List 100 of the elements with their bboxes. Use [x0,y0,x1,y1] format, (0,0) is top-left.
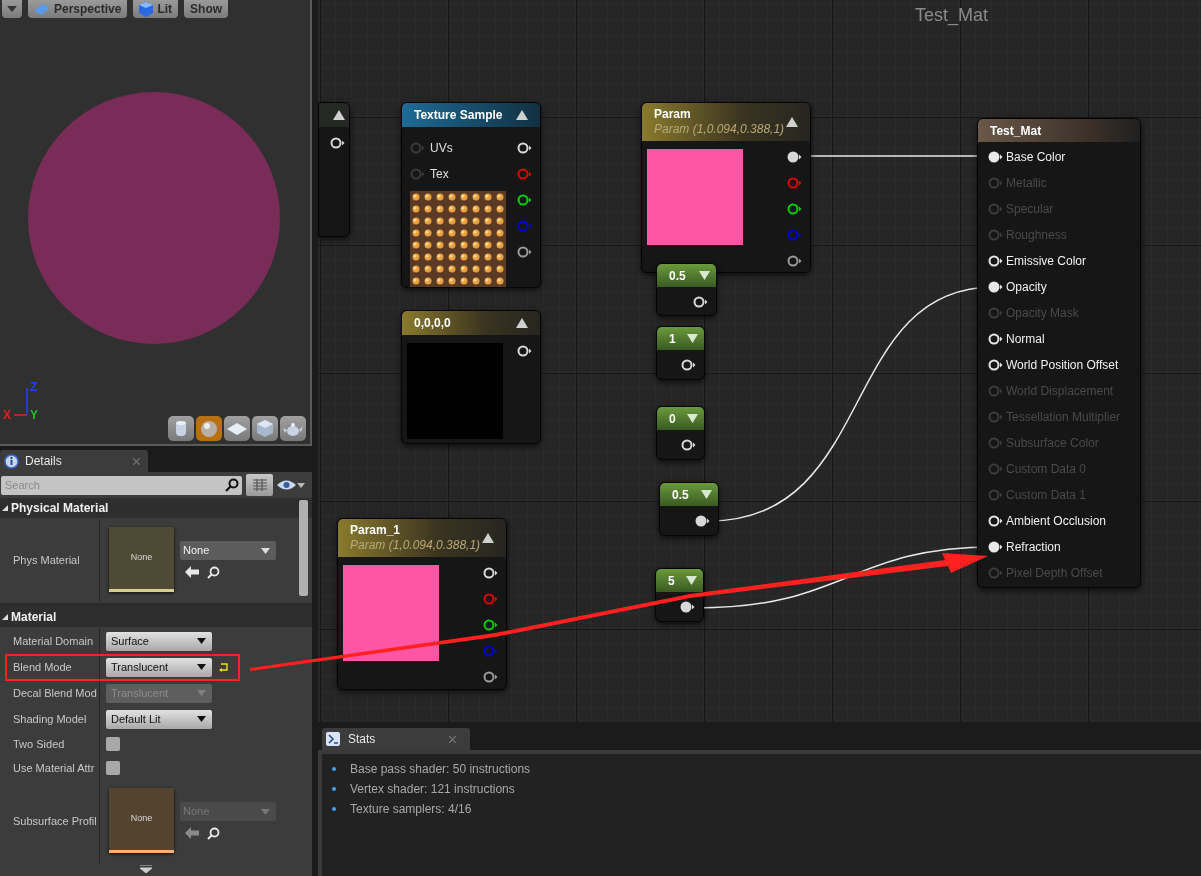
reset-icon[interactable] [219,662,228,672]
input-pin[interactable] [988,203,1003,215]
input-pin[interactable] [410,168,425,180]
output-pin[interactable] [517,194,532,206]
preview-shape-button[interactable] [196,416,222,441]
search-icon[interactable] [207,566,220,579]
collapse-arrow-icon[interactable] [516,110,528,120]
details-tab[interactable]: Details [0,450,148,472]
input-pin[interactable] [988,463,1003,475]
preview-shape-button[interactable] [224,416,250,441]
cube-icon [257,420,273,437]
dropdown-arrow-icon[interactable] [701,490,712,499]
input-pin[interactable] [988,333,1003,345]
checkbox[interactable] [106,761,120,775]
output-pin[interactable] [787,255,802,267]
output-pin[interactable] [787,151,802,163]
input-pin[interactable] [988,437,1003,449]
output-pin[interactable] [681,359,696,371]
node-title: Param [654,107,692,122]
search-field[interactable]: Search [1,475,242,495]
pin-label: World Position Offset [1006,357,1119,374]
output-pin[interactable] [680,601,695,613]
menu-button[interactable] [2,0,22,18]
input-pin[interactable] [988,307,1003,319]
collapse-arrow-icon[interactable] [786,117,798,127]
input-pin[interactable] [988,229,1003,241]
cylinder-icon [174,419,188,438]
arrow-left-icon[interactable] [185,566,199,578]
input-pin[interactable] [988,489,1003,501]
scalar-node[interactable]: 5 [655,568,704,622]
graph-canvas[interactable] [318,0,1201,722]
scroll-down-icon[interactable] [140,865,152,873]
dropdown-arrow-icon[interactable] [687,334,698,343]
property-dropdown[interactable]: Translucent [106,657,212,677]
graph-node[interactable] [318,102,350,237]
visibility-button[interactable] [277,479,305,491]
node-title: 0.5 [672,486,689,504]
view-options-button[interactable] [246,474,273,496]
output-pin[interactable] [787,203,802,215]
property-dropdown[interactable]: Default Lit [106,709,212,729]
output-pin[interactable] [693,296,708,308]
caret-icon [197,716,206,722]
dropdown-arrow-icon[interactable] [687,414,698,423]
stats-tab[interactable]: Stats [322,728,470,750]
toolbar-button[interactable]: Lit [133,0,179,18]
texture-sample-node[interactable]: Texture Sample UVs Tex [401,102,541,288]
output-pin[interactable] [483,619,498,631]
input-pin[interactable] [988,255,1003,267]
vector-parameter-node[interactable]: Param_1 Param (1,0.094,0.388,1) [337,518,507,690]
scrollbar-thumb[interactable] [299,500,308,596]
section-header[interactable]: Material [0,607,312,627]
search-input[interactable]: Search [5,476,225,494]
dropdown-arrow-icon[interactable] [699,271,710,280]
toolbar-button[interactable]: Show [184,0,229,18]
output-pin[interactable] [681,439,696,451]
property-dropdown[interactable]: Surface [106,631,212,651]
toolbar-button[interactable]: Perspective [28,0,128,18]
material-output-node[interactable] [977,118,1141,588]
viewport[interactable]: Perspective Lit Show Z X Y [0,0,312,446]
input-pin[interactable] [410,142,425,154]
output-pin[interactable] [330,137,345,149]
dropdown-arrow-icon[interactable] [686,576,697,585]
input-pin[interactable] [988,281,1003,293]
input-pin[interactable] [988,515,1003,527]
input-pin[interactable] [988,541,1003,553]
output-pin[interactable] [695,515,710,527]
node-title: 0,0,0,0 [414,315,451,331]
input-pin[interactable] [988,385,1003,397]
input-pin[interactable] [988,177,1003,189]
scalar-node[interactable]: 0 [656,406,705,460]
output-pin[interactable] [483,567,498,579]
output-pin[interactable] [517,142,532,154]
preview-shape-button[interactable] [168,416,194,441]
input-pin[interactable] [988,567,1003,579]
thumbnail-text: None [130,812,153,826]
collapse-arrow-icon[interactable] [516,318,528,328]
search-icon[interactable] [207,827,220,840]
close-icon[interactable] [449,735,456,743]
checkbox[interactable] [106,737,120,751]
preview-shape-button[interactable] [252,416,278,441]
scalar-node[interactable]: 0.5 [659,482,719,536]
section-header[interactable]: Physical Material [0,498,312,518]
output-pin[interactable] [517,345,532,357]
input-pin[interactable] [988,359,1003,371]
asset-dropdown[interactable]: None [180,541,276,560]
input-pin[interactable] [988,411,1003,423]
close-icon[interactable] [133,457,140,465]
stats-line: Vertex shader: 121 instructions [350,781,515,798]
collapse-arrow-icon[interactable] [333,110,345,120]
scalar-node[interactable]: 1 [656,326,705,380]
preview-shape-button[interactable] [280,416,306,441]
collapse-arrow-icon[interactable] [482,533,494,543]
scalar-node[interactable]: 0.5 [656,263,717,316]
axis-label: Z [30,381,38,393]
asset-thumbnail[interactable]: None [109,527,174,592]
output-pin[interactable] [483,671,498,683]
input-pin[interactable] [988,151,1003,163]
constant-node[interactable]: 0,0,0,0 [401,310,541,444]
output-pin[interactable] [517,246,532,258]
bullet-icon [332,787,336,791]
